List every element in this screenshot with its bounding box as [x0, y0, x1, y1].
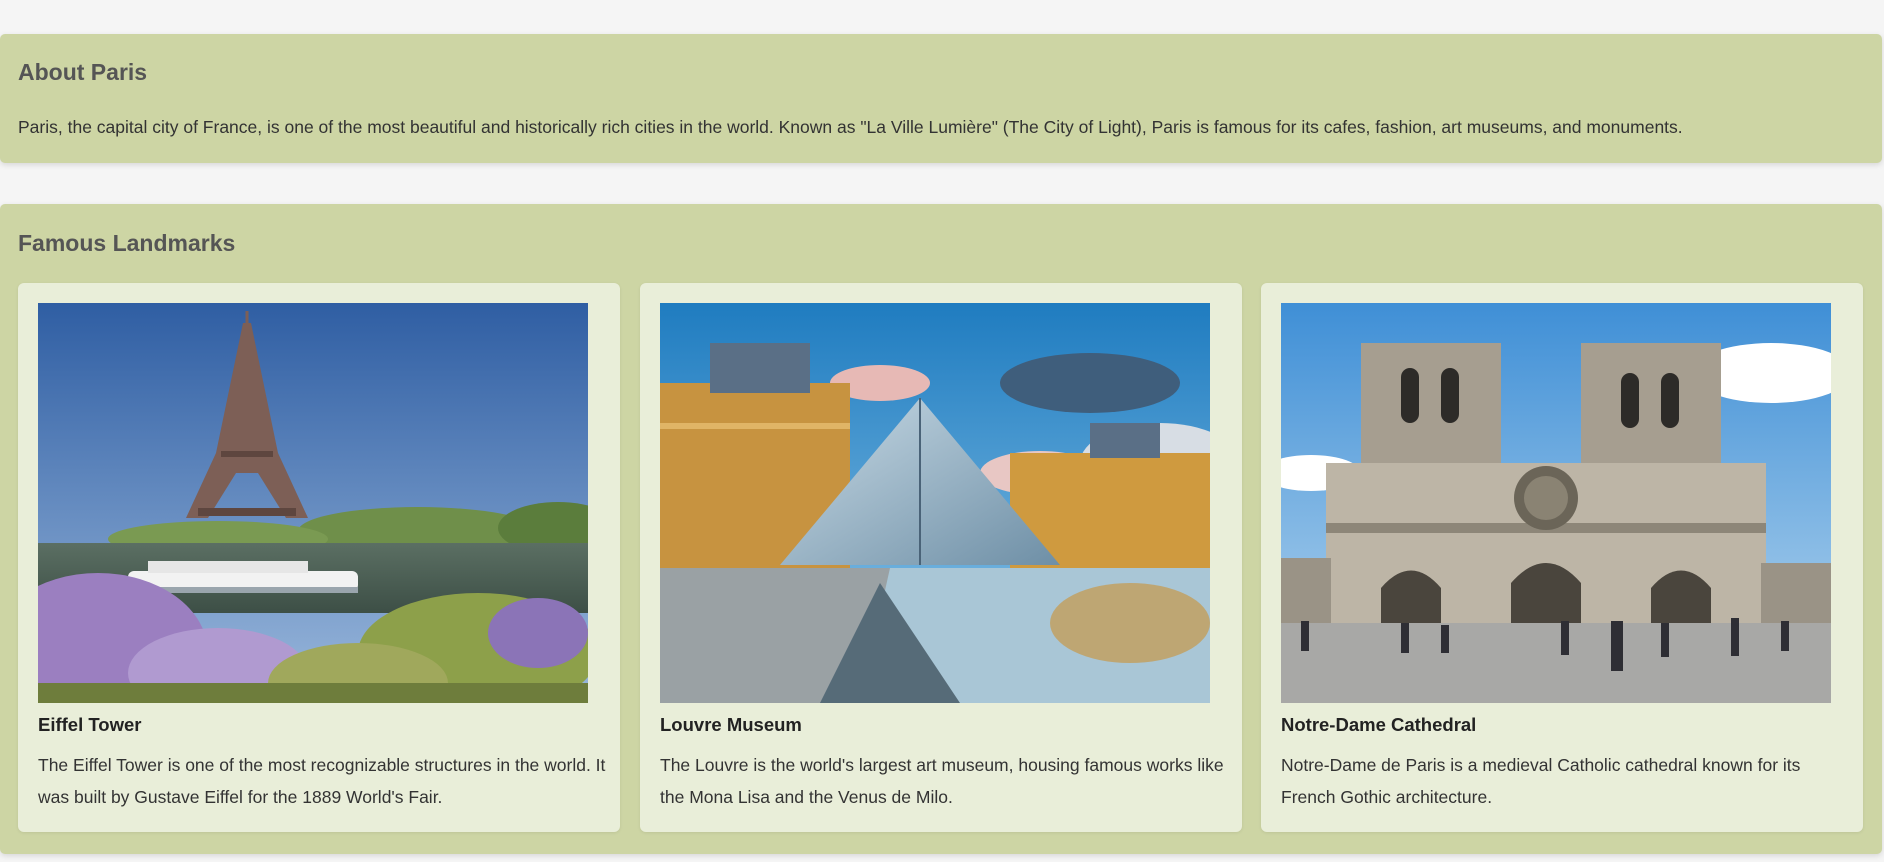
landmark-card-louvre-museum: Louvre Museum The Louvre is the world's …: [640, 283, 1242, 832]
landmarks-section: Famous Landmarks Eiffel Tower The Eiffel…: [0, 204, 1882, 854]
eiffel-tower-image: [38, 303, 588, 703]
about-title: About Paris: [18, 59, 148, 85]
notre-dame-cathedral-image: [1281, 303, 1831, 703]
landmark-description: The Eiffel Tower is one of the most reco…: [38, 755, 606, 807]
landmark-description: Notre-Dame de Paris is a medieval Cathol…: [1281, 755, 1801, 807]
louvre-museum-image: [660, 303, 1210, 703]
landmark-description: The Louvre is the world's largest art mu…: [660, 755, 1224, 807]
landmark-name: Louvre Museum: [660, 714, 802, 735]
landmark-name: Eiffel Tower: [38, 714, 142, 735]
landmark-name: Notre-Dame Cathedral: [1281, 714, 1477, 735]
landmark-card-eiffel-tower: Eiffel Tower The Eiffel Tower is one of …: [18, 283, 620, 832]
landmarks-title: Famous Landmarks: [18, 230, 236, 256]
about-text: Paris, the capital city of France, is on…: [18, 117, 1683, 137]
about-section: About Paris Paris, the capital city of F…: [0, 34, 1882, 163]
landmark-card-notre-dame-cathedral: Notre-Dame Cathedral Notre-Dame de Paris…: [1261, 283, 1863, 832]
